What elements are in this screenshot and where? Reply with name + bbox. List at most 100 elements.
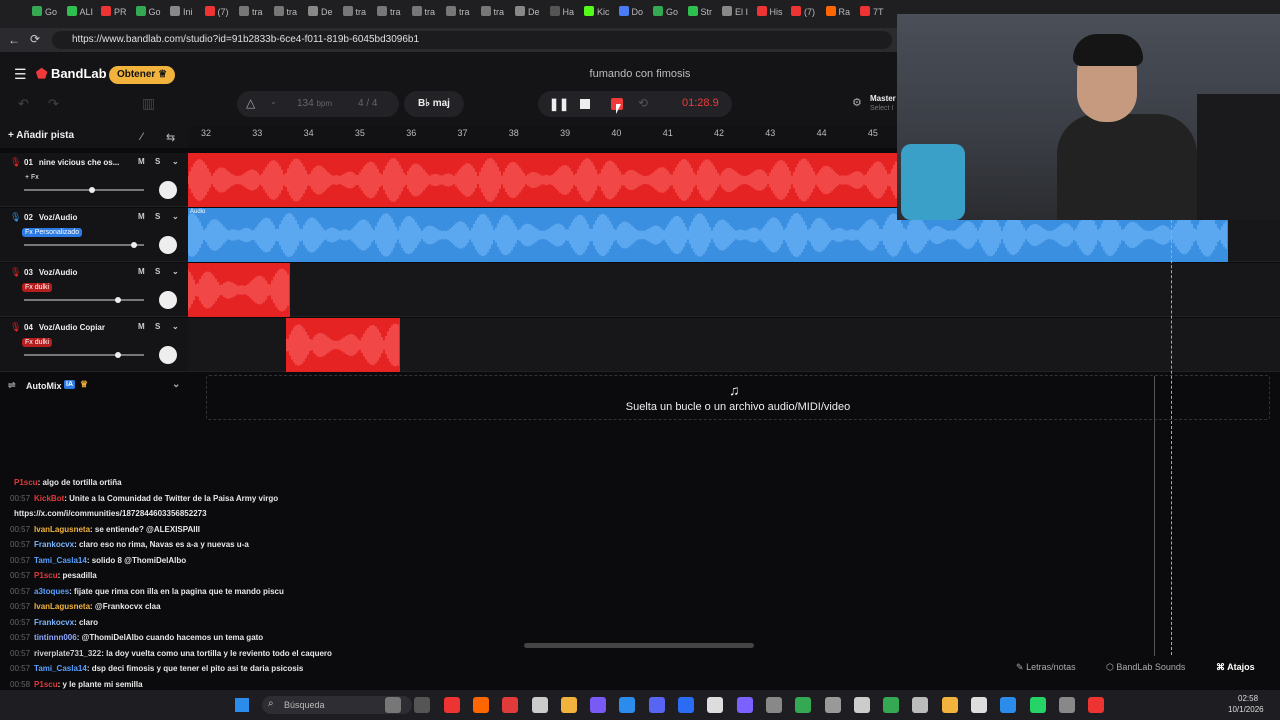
- solo-button[interactable]: S: [155, 212, 160, 221]
- browser-tab[interactable]: tra: [480, 6, 504, 22]
- browser-tab[interactable]: Do: [618, 6, 643, 22]
- browser-tab[interactable]: 7T: [860, 6, 884, 22]
- track-header[interactable]: 🎙 01 nine vicious che os... + Fx M S ⌄: [0, 153, 188, 207]
- browser-tab[interactable]: PR: [101, 6, 127, 22]
- track-lane[interactable]: [188, 318, 1280, 372]
- solo-button[interactable]: S: [155, 157, 160, 166]
- obtener-button[interactable]: Obtener ♕: [109, 66, 175, 84]
- mute-button[interactable]: M: [138, 157, 145, 166]
- track-fx-badge[interactable]: Fx Personalizado: [22, 228, 83, 237]
- volume-slider-thumb[interactable]: [114, 297, 121, 303]
- audio-clip[interactable]: [286, 318, 400, 372]
- mute-button[interactable]: M: [138, 212, 145, 221]
- taskbar-app-icon[interactable]: [795, 697, 812, 713]
- browser-tab[interactable]: Kic: [584, 6, 610, 22]
- pan-knob[interactable]: [159, 181, 177, 199]
- metronome-icon[interactable]: △: [246, 96, 255, 110]
- track-name[interactable]: 01 nine vicious che os...: [24, 158, 119, 167]
- windows-start-icon[interactable]: [235, 698, 249, 712]
- track-name[interactable]: 04 Voz/Audio Copiar: [24, 323, 105, 332]
- track-header[interactable]: 🎙 04 Voz/Audio Copiar Fx dulki M S ⌄: [0, 318, 188, 372]
- browser-tab[interactable]: Ha: [549, 6, 574, 22]
- shortcuts-button[interactable]: ⌘ Atajos: [1216, 662, 1255, 673]
- browser-tab[interactable]: ALI: [66, 6, 93, 22]
- browser-tab[interactable]: His: [756, 6, 783, 22]
- solo-button[interactable]: S: [155, 322, 160, 331]
- master-settings-icon[interactable]: ⚙: [852, 96, 862, 109]
- wand-icon[interactable]: ⁄: [141, 131, 143, 143]
- loop-icon[interactable]: ⟲: [638, 96, 648, 110]
- taskbar-app-icon[interactable]: [736, 697, 753, 713]
- taskbar-app-icon[interactable]: [560, 697, 577, 713]
- taskbar-app-icon[interactable]: [707, 697, 724, 713]
- taskbar-app-icon[interactable]: [1000, 697, 1017, 713]
- track-lane[interactable]: [188, 263, 1280, 317]
- pan-knob[interactable]: [159, 346, 177, 364]
- browser-tab[interactable]: Ra: [825, 6, 850, 22]
- master-label[interactable]: Master: [870, 94, 896, 103]
- redo-icon[interactable]: ↷: [48, 96, 59, 112]
- taskbar-app-icon[interactable]: [1088, 697, 1105, 713]
- taskbar-app-icon[interactable]: [912, 697, 929, 713]
- browser-tab[interactable]: (7): [791, 6, 815, 22]
- bandlab-logo[interactable]: ⬟ BandLab: [36, 66, 107, 82]
- pause-icon[interactable]: ❚❚: [549, 97, 569, 111]
- chevron-down-icon[interactable]: ⌄: [172, 212, 179, 221]
- browser-tab[interactable]: Str: [687, 6, 712, 22]
- taskbar-app-icon[interactable]: [531, 697, 548, 713]
- mixer-icon[interactable]: ▥: [142, 95, 155, 112]
- time-signature[interactable]: 4 / 4: [358, 98, 377, 109]
- add-track-button[interactable]: + Añadir pista: [8, 130, 138, 148]
- audio-clip[interactable]: [188, 263, 290, 317]
- pan-knob[interactable]: [159, 236, 177, 254]
- playhead[interactable]: [1171, 210, 1172, 655]
- browser-tab[interactable]: tra: [446, 6, 470, 22]
- reload-icon[interactable]: ⟳: [30, 32, 40, 46]
- browser-tab[interactable]: Go: [653, 6, 678, 22]
- chevron-down-icon[interactable]: ⌄: [172, 157, 179, 166]
- taskbar-app-icon[interactable]: [678, 697, 694, 713]
- taskbar-app-icon[interactable]: [1058, 697, 1075, 713]
- taskbar-app-icon[interactable]: [443, 697, 460, 713]
- browser-tab[interactable]: (7): [204, 6, 229, 22]
- volume-slider-thumb[interactable]: [89, 187, 96, 193]
- chevron-down-icon[interactable]: ⌄: [172, 322, 179, 331]
- taskbar-app-icon[interactable]: [1029, 697, 1046, 713]
- menu-icon[interactable]: ☰: [14, 66, 27, 83]
- taskbar-app-icon[interactable]: [853, 697, 870, 713]
- bpm-value[interactable]: 134 bpm: [297, 98, 332, 109]
- volume-slider-thumb[interactable]: [114, 352, 121, 358]
- undo-icon[interactable]: ↶: [18, 96, 29, 112]
- browser-tab[interactable]: tra: [342, 6, 366, 22]
- track-settings-icon[interactable]: ⇆: [166, 131, 175, 144]
- browser-tab[interactable]: tra: [411, 6, 435, 22]
- track-fx-badge[interactable]: + Fx: [22, 173, 42, 182]
- track-name[interactable]: 03 Voz/Audio: [24, 268, 77, 277]
- browser-tab[interactable]: tra: [377, 6, 401, 22]
- taskbar-app-icon[interactable]: [824, 697, 841, 713]
- chevron-down-icon[interactable]: ⌄: [172, 267, 179, 276]
- mute-button[interactable]: M: [138, 322, 145, 331]
- taskbar-app-icon[interactable]: [502, 697, 519, 713]
- taskbar-app-icon[interactable]: [385, 697, 401, 713]
- browser-tab[interactable]: tra: [239, 6, 263, 22]
- volume-slider[interactable]: [24, 187, 144, 193]
- taskbar-app-icon[interactable]: [648, 697, 665, 713]
- browser-tab[interactable]: tra: [273, 6, 297, 22]
- taskbar-app-icon[interactable]: [765, 697, 782, 713]
- chevron-down-icon[interactable]: ⌄: [172, 379, 180, 390]
- solo-button[interactable]: S: [155, 267, 160, 276]
- track-header[interactable]: 🎙 03 Voz/Audio Fx dulki M S ⌄: [0, 263, 188, 317]
- track-name[interactable]: 02 Voz/Audio: [24, 213, 77, 222]
- project-title[interactable]: fumando con fimosis: [540, 68, 740, 80]
- browser-tab[interactable]: Go: [135, 6, 161, 22]
- taskbar-app-icon[interactable]: [472, 697, 489, 713]
- stop-icon[interactable]: [580, 99, 590, 109]
- volume-slider[interactable]: [24, 352, 144, 358]
- automix-row[interactable]: ⇌ AutoMix IA ♕ ⌄: [0, 376, 188, 396]
- pan-knob[interactable]: [159, 291, 177, 309]
- taskbar-app-icon[interactable]: [619, 697, 636, 713]
- taskbar-app-icon[interactable]: [971, 697, 987, 713]
- browser-tab[interactable]: De: [308, 6, 333, 22]
- volume-slider-thumb[interactable]: [131, 242, 138, 248]
